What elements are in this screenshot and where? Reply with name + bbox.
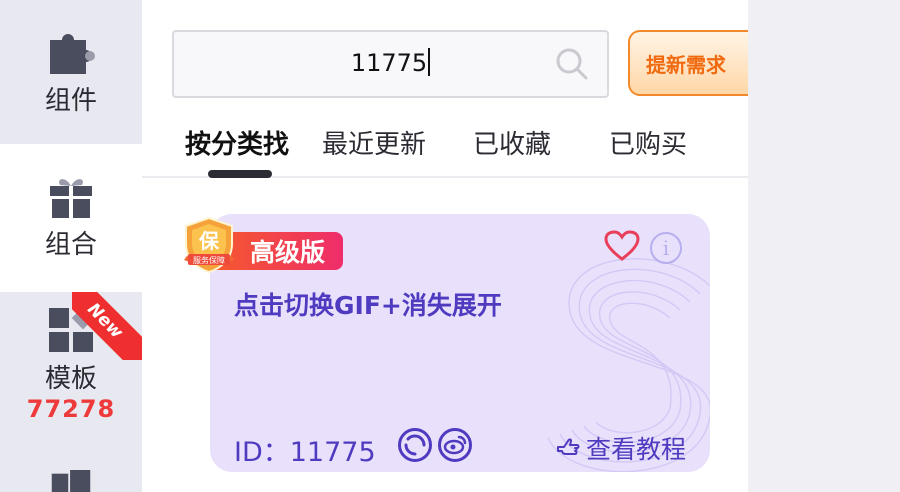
search-input[interactable]: 11775: [172, 30, 609, 98]
sidebar-item-components[interactable]: 组件: [0, 0, 142, 144]
search-input-value: 11775: [350, 49, 428, 77]
new-request-label: 提新需求: [646, 52, 726, 77]
tab-by-category[interactable]: 按分类找: [185, 124, 289, 161]
tab-favorites[interactable]: 已收藏: [473, 124, 551, 161]
share-icon[interactable]: [398, 428, 432, 462]
template-count: 77278: [26, 395, 116, 423]
sidebar-item-label: 组件: [44, 86, 97, 116]
favorite-heart-icon[interactable]: [604, 230, 640, 262]
new-ribbon-label: New: [83, 299, 127, 343]
app-root: 组件 组合 New 模板 77278 11775 提新需求 按分类找 最近更新 …: [0, 0, 900, 492]
sidebar-item-combos[interactable]: 组合: [0, 144, 142, 292]
puzzle-icon: [50, 34, 95, 74]
guarantee-shield-icon: 保 服务保障: [184, 216, 234, 274]
sidebar-item-templates[interactable]: New 模板 77278: [0, 292, 142, 442]
new-ribbon: New: [72, 292, 142, 360]
sidebar-item-label: 组合: [44, 230, 97, 260]
guarantee-sub-text: 服务保障: [193, 255, 225, 265]
component-card[interactable]: 高级版 i 点击切换GIF+消失展开 ID：11775 查看教程: [210, 214, 710, 472]
right-background: [748, 0, 900, 492]
search-icon[interactable]: [555, 47, 589, 81]
pointing-hand-icon: [557, 438, 580, 455]
text-caret: [428, 48, 431, 76]
sidebar-item-label: 模板: [44, 364, 97, 394]
active-tab-indicator: [208, 170, 272, 178]
guarantee-main-char: 保: [198, 229, 220, 253]
view-tutorial-link[interactable]: 查看教程: [556, 430, 686, 466]
card-id: ID：11775: [234, 437, 376, 468]
weibo-icon[interactable]: [438, 428, 472, 462]
sidebar-item-folder[interactable]: [0, 442, 142, 492]
card-title: 点击切换GIF+消失展开: [234, 291, 502, 320]
gift-icon: [50, 179, 92, 218]
tab-recent-updates[interactable]: 最近更新: [322, 124, 426, 161]
new-request-button[interactable]: 提新需求: [628, 30, 748, 96]
tab-purchased[interactable]: 已购买: [609, 124, 687, 161]
view-tutorial-label: 查看教程: [586, 435, 687, 464]
sidebar: 组件 组合 New 模板 77278: [0, 0, 142, 492]
folder-icon: [51, 470, 91, 492]
info-icon[interactable]: i: [650, 232, 682, 264]
premium-badge-label: 高级版: [250, 238, 326, 267]
